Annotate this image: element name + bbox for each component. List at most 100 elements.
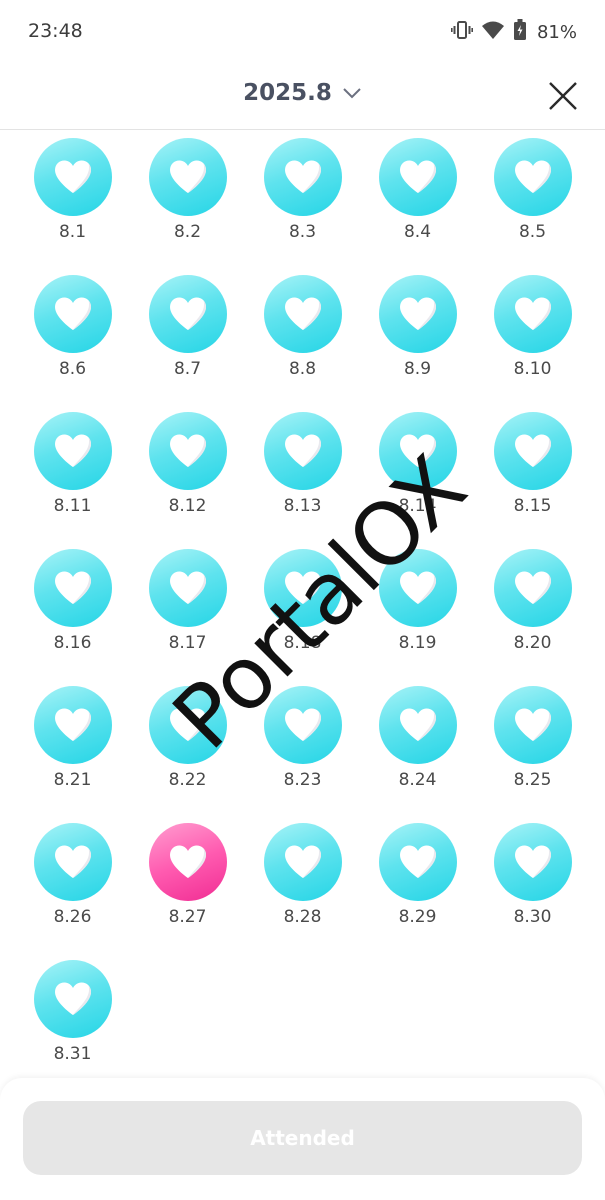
day-cell[interactable]: 8.24 [360, 678, 475, 815]
heart-icon [398, 844, 438, 880]
day-cell[interactable]: 8.2 [130, 130, 245, 267]
day-badge[interactable] [149, 686, 227, 764]
chevron-down-icon[interactable] [342, 84, 362, 103]
day-badge[interactable] [264, 549, 342, 627]
day-badge[interactable] [379, 823, 457, 901]
day-cell[interactable]: 8.25 [475, 678, 590, 815]
heart-icon [53, 433, 93, 469]
day-cell[interactable]: 8.23 [245, 678, 360, 815]
day-badge[interactable] [34, 960, 112, 1038]
day-cell[interactable]: 8.27 [130, 815, 245, 952]
day-cell[interactable]: 8.19 [360, 541, 475, 678]
day-badge[interactable] [34, 275, 112, 353]
day-label: 8.6 [58, 359, 87, 379]
day-label: 8.27 [168, 907, 207, 927]
day-cell[interactable]: 8.7 [130, 267, 245, 404]
day-label: 8.3 [288, 222, 317, 242]
day-badge[interactable] [494, 138, 572, 216]
day-label: 8.18 [283, 633, 322, 653]
day-badge-today[interactable] [149, 823, 227, 901]
day-cell[interactable]: 8.17 [130, 541, 245, 678]
day-badge[interactable] [264, 412, 342, 490]
day-label: 8.1 [58, 222, 87, 242]
day-badge[interactable] [494, 686, 572, 764]
day-cell[interactable]: 8.1 [15, 130, 130, 267]
day-cell[interactable]: 8.15 [475, 404, 590, 541]
month-title[interactable]: 2025.8 [243, 80, 332, 106]
day-cell[interactable]: 8.9 [360, 267, 475, 404]
heart-icon [53, 296, 93, 332]
day-cell[interactable]: 8.12 [130, 404, 245, 541]
day-cell[interactable]: 8.30 [475, 815, 590, 952]
day-badge[interactable] [379, 138, 457, 216]
close-button[interactable] [545, 78, 581, 114]
day-label: 8.23 [283, 770, 322, 790]
heart-icon [513, 570, 553, 606]
day-badge[interactable] [149, 549, 227, 627]
status-time: 23:48 [28, 20, 83, 42]
day-label: 8.29 [398, 907, 437, 927]
day-label: 8.2 [173, 222, 202, 242]
status-bar: 23:48 81% [0, 0, 605, 64]
day-cell[interactable]: 8.28 [245, 815, 360, 952]
close-icon[interactable] [545, 82, 581, 118]
day-badge[interactable] [34, 686, 112, 764]
heart-icon [283, 296, 323, 332]
day-label: 8.17 [168, 633, 207, 653]
day-cell[interactable]: 8.22 [130, 678, 245, 815]
day-cell[interactable]: 8.16 [15, 541, 130, 678]
day-badge[interactable] [379, 275, 457, 353]
day-badge[interactable] [494, 549, 572, 627]
day-badge[interactable] [264, 686, 342, 764]
day-cell[interactable]: 8.20 [475, 541, 590, 678]
day-badge[interactable] [494, 412, 572, 490]
heart-icon [398, 296, 438, 332]
day-badge[interactable] [34, 138, 112, 216]
month-selector[interactable]: 2025.8 [0, 80, 605, 106]
heart-icon [283, 433, 323, 469]
day-badge[interactable] [264, 275, 342, 353]
battery-percent: 81% [536, 21, 577, 43]
day-badge[interactable] [34, 823, 112, 901]
day-cell[interactable]: 8.5 [475, 130, 590, 267]
day-cell[interactable]: 8.3 [245, 130, 360, 267]
wifi-icon [481, 20, 505, 44]
day-badge[interactable] [379, 412, 457, 490]
day-cell[interactable]: 8.13 [245, 404, 360, 541]
day-label: 8.20 [513, 633, 552, 653]
day-label: 8.25 [513, 770, 552, 790]
day-badge[interactable] [34, 549, 112, 627]
day-badge[interactable] [34, 412, 112, 490]
day-label: 8.19 [398, 633, 437, 653]
heart-icon [398, 433, 438, 469]
day-label: 8.14 [398, 496, 437, 516]
attended-button[interactable]: Attended [23, 1101, 582, 1175]
day-cell[interactable]: 8.21 [15, 678, 130, 815]
day-label: 8.24 [398, 770, 437, 790]
day-cell[interactable]: 8.10 [475, 267, 590, 404]
day-badge[interactable] [379, 549, 457, 627]
heart-icon [168, 433, 208, 469]
day-cell[interactable]: 8.8 [245, 267, 360, 404]
day-badge[interactable] [149, 275, 227, 353]
day-badge[interactable] [379, 686, 457, 764]
day-cell[interactable]: 8.11 [15, 404, 130, 541]
heart-icon [513, 433, 553, 469]
day-cell[interactable]: 8.26 [15, 815, 130, 952]
day-badge[interactable] [264, 823, 342, 901]
day-badge[interactable] [149, 138, 227, 216]
day-cell[interactable]: 8.29 [360, 815, 475, 952]
day-badge[interactable] [264, 138, 342, 216]
heart-icon [513, 844, 553, 880]
day-label: 8.30 [513, 907, 552, 927]
heart-icon [53, 844, 93, 880]
day-badge[interactable] [149, 412, 227, 490]
day-badge[interactable] [494, 275, 572, 353]
day-cell[interactable]: 8.31 [15, 952, 130, 1089]
day-cell[interactable]: 8.18 [245, 541, 360, 678]
day-cell[interactable]: 8.6 [15, 267, 130, 404]
day-cell[interactable]: 8.14 [360, 404, 475, 541]
day-badge[interactable] [494, 823, 572, 901]
heart-icon [53, 570, 93, 606]
day-cell[interactable]: 8.4 [360, 130, 475, 267]
